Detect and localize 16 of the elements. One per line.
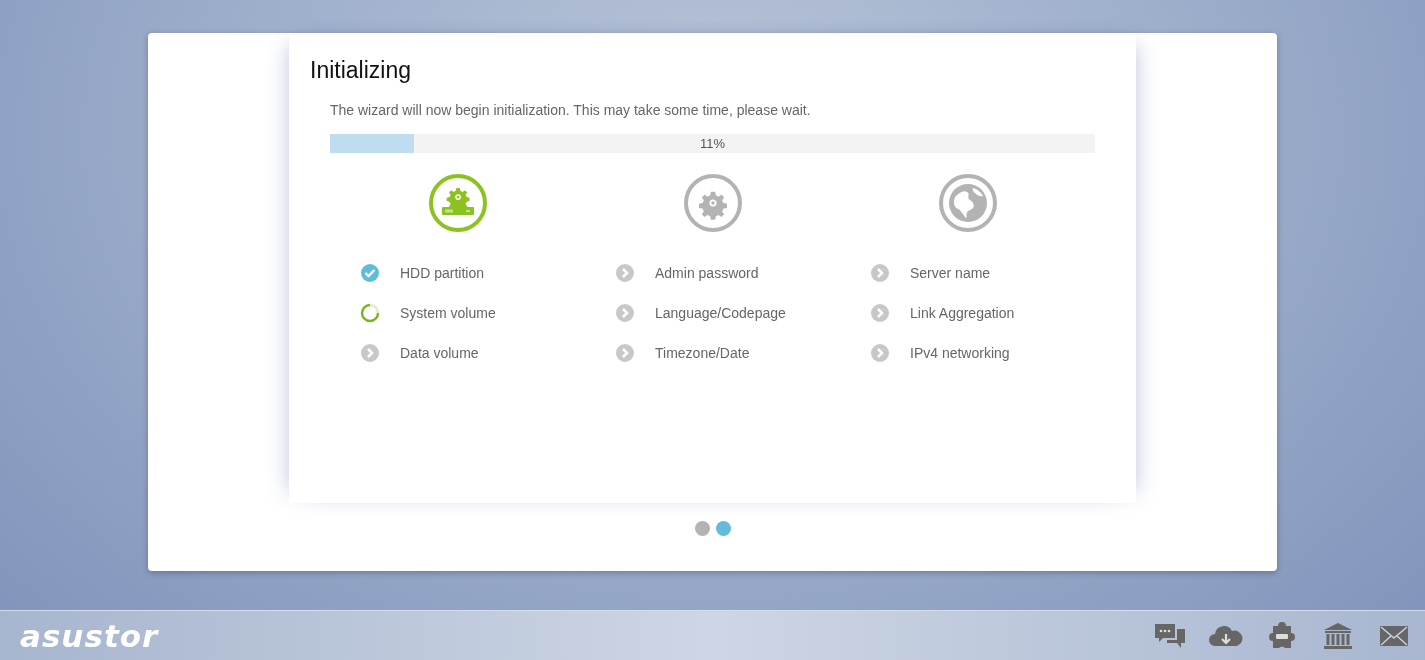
step-label: IPv4 networking — [910, 345, 1010, 361]
step-label: Link Aggregation — [910, 305, 1015, 321]
step-label: HDD partition — [400, 265, 485, 281]
brand-logo: asustor — [20, 618, 159, 654]
step-label: Admin password — [655, 265, 759, 281]
page-dot[interactable] — [694, 521, 710, 536]
step-label: Language/Codepage — [655, 305, 786, 321]
page-dot[interactable] — [715, 521, 731, 536]
step-label: Data volume — [400, 345, 479, 361]
step-label: Server name — [910, 265, 991, 281]
dialog-title: Initializing — [310, 57, 412, 84]
step-label: System volume — [400, 305, 496, 321]
bank-icon[interactable] — [1321, 621, 1355, 651]
wizard-message: The wizard will now begin initialization. This may take some time, please wait. — [330, 102, 812, 118]
step-label: Timezone/Date — [655, 345, 750, 361]
progress-percent: 11% — [699, 136, 726, 151]
